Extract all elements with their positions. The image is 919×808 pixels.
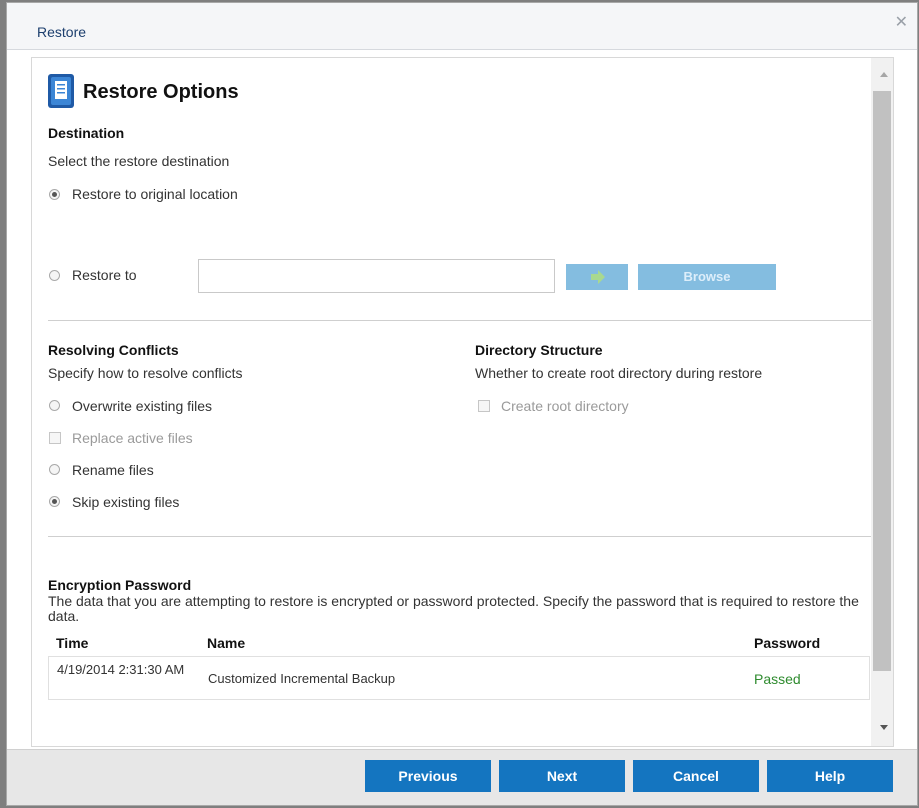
encryption-heading: Encryption Password [48, 577, 192, 593]
radio-restore-original[interactable] [49, 189, 60, 200]
restore-dialog: Restore ✕ Restore Options Destination Se… [6, 2, 918, 806]
next-button[interactable]: Next [499, 760, 625, 792]
column-header-password: Password [754, 635, 821, 651]
column-header-name: Name [207, 635, 246, 651]
dialog-footer: Previous Next Cancel Help [7, 749, 917, 805]
destination-description: Select the restore destination [48, 153, 230, 169]
document-icon [48, 74, 74, 108]
vertical-scrollbar[interactable] [871, 58, 893, 746]
scroll-down-icon[interactable] [880, 725, 888, 730]
destination-heading: Destination [48, 125, 125, 141]
restore-original-label: Restore to original location [72, 186, 238, 202]
row-name: Customized Incremental Backup [208, 671, 396, 686]
table-row[interactable]: 4/19/2014 2:31:30 AM Customized Incremen… [48, 656, 870, 700]
browse-button[interactable]: Browse [638, 264, 776, 290]
dialog-title: Restore [37, 24, 87, 40]
radio-overwrite[interactable] [49, 400, 60, 411]
radio-skip[interactable] [49, 496, 60, 507]
overwrite-label: Overwrite existing files [72, 398, 213, 414]
divider [48, 320, 871, 321]
page-title: Restore Options [83, 81, 239, 103]
rename-label: Rename files [72, 462, 154, 478]
row-password-status: Passed [754, 671, 801, 687]
skip-label: Skip existing files [72, 494, 180, 510]
conflicts-heading: Resolving Conflicts [48, 342, 179, 358]
radio-rename[interactable] [49, 464, 60, 475]
create-root-label: Create root directory [501, 398, 629, 414]
checkbox-replace-active[interactable] [49, 432, 61, 444]
checkbox-create-root[interactable] [478, 400, 490, 412]
radio-restore-to[interactable] [49, 270, 60, 281]
directory-description: Whether to create root directory during … [475, 365, 763, 381]
restore-path-input[interactable] [198, 259, 555, 293]
previous-button[interactable]: Previous [365, 760, 491, 792]
encryption-description: The data that you are attempting to rest… [48, 593, 859, 624]
column-header-time: Time [56, 635, 89, 651]
replace-active-label: Replace active files [72, 430, 193, 446]
close-icon[interactable]: ✕ [895, 15, 908, 31]
dialog-titlebar: Restore ✕ [7, 3, 917, 50]
row-time: 4/19/2014 2:31:30 AM [57, 662, 185, 677]
directory-heading: Directory Structure [475, 342, 603, 358]
go-button[interactable] [566, 264, 628, 290]
arrow-right-icon [591, 270, 605, 284]
divider [48, 536, 871, 537]
scrollbar-thumb[interactable] [873, 91, 891, 671]
conflicts-description: Specify how to resolve conflicts [48, 365, 243, 381]
scroll-up-icon[interactable] [880, 72, 888, 77]
restore-to-label: Restore to [72, 267, 137, 283]
cancel-button[interactable]: Cancel [633, 760, 759, 792]
help-button[interactable]: Help [767, 760, 893, 792]
dialog-content: Restore Options Destination Select the r… [31, 57, 894, 747]
